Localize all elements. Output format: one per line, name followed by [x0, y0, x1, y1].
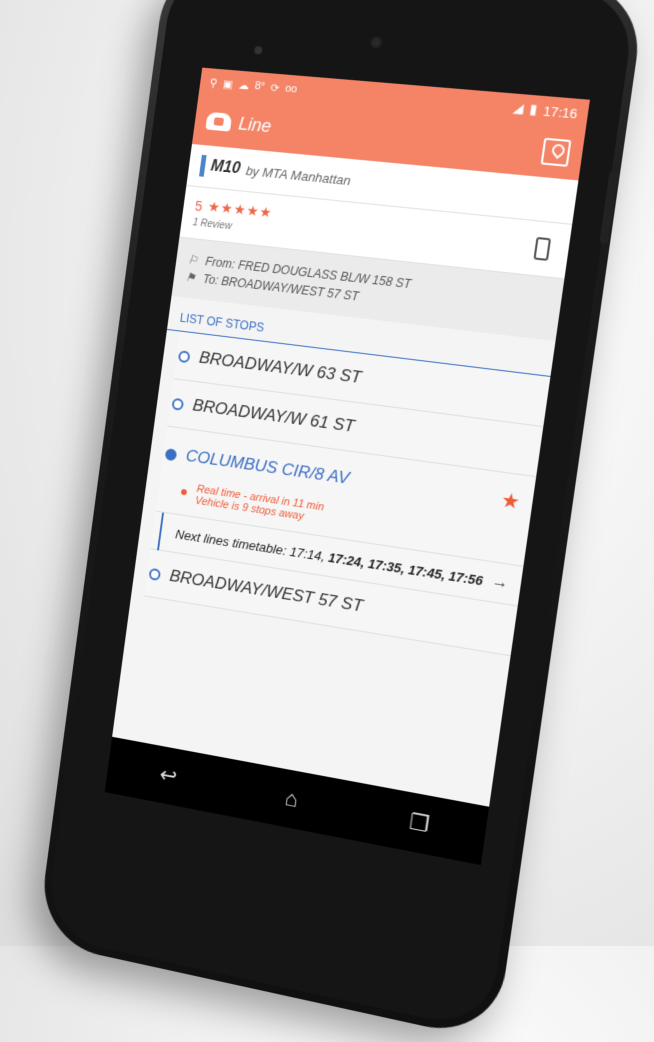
favorite-star-icon[interactable]: ★: [500, 487, 522, 515]
rating-score: 5: [194, 197, 204, 214]
app-home[interactable]: Line: [205, 110, 273, 137]
map-icon[interactable]: [540, 137, 572, 167]
front-camera: [368, 34, 385, 50]
status-icons-right: ◢ ▮ 17:16: [512, 100, 578, 122]
line-color-bar: [199, 154, 207, 177]
stop-name: BROADWAY/W 61 ST: [191, 395, 356, 436]
clock: 17:16: [542, 102, 579, 122]
realtime-dot-icon: [180, 488, 188, 496]
screen: ⚲ ▣ ☁ 8° ⟳ oo ◢ ▮ 17:16 Line M10 by MTA …: [104, 67, 590, 866]
voicemail-icon: oo: [284, 82, 298, 96]
battery-icon: ▮: [528, 101, 539, 118]
photo-icon: ▣: [222, 77, 234, 91]
stop-dot-icon: [164, 447, 178, 461]
stop-name: BROADWAY/W 63 ST: [198, 347, 363, 388]
phone-device: ⚲ ▣ ☁ 8° ⟳ oo ◢ ▮ 17:16 Line M10 by MTA …: [36, 0, 647, 1042]
status-icons-left: ⚲ ▣ ☁ 8° ⟳ oo: [209, 76, 298, 96]
sensor-dot: [253, 46, 263, 55]
home-icon[interactable]: ⌂: [270, 781, 313, 818]
line-operator: by MTA Manhattan: [244, 162, 352, 188]
timetable-label: Next lines timetable:: [174, 526, 291, 559]
back-icon[interactable]: ↩: [148, 758, 189, 794]
page-title: Line: [237, 113, 273, 136]
stops-list: BROADWAY/W 63 ST BROADWAY/W 61 ST COLUMB…: [131, 330, 551, 657]
flag-filled-icon: ⚑: [184, 269, 197, 285]
rating-block[interactable]: 5 ★★★★★ 1 Review: [192, 197, 274, 237]
call-phone-icon[interactable]: [533, 236, 552, 261]
android-nav-bar: ↩ ⌂ ❐: [104, 736, 490, 866]
power-button[interactable]: [599, 170, 619, 245]
signal-icon: ◢: [512, 99, 525, 116]
location-icon: ⚲: [208, 76, 219, 90]
stop-name: COLUMBUS CIR/8 AV: [184, 445, 351, 488]
temp-label: 8°: [254, 80, 266, 93]
app-logo-icon: [205, 111, 233, 132]
timetable-first: 17:14,: [288, 543, 326, 564]
star-rating-icon: ★★★★★: [207, 198, 274, 221]
stop-dot-icon: [148, 567, 162, 582]
phone-bezel: ⚲ ▣ ☁ 8° ⟳ oo ◢ ▮ 17:16 Line M10 by MTA …: [44, 0, 638, 1032]
arrow-right-icon[interactable]: →: [491, 573, 510, 594]
line-code: M10: [209, 157, 242, 178]
flag-outline-icon: ⚐: [186, 252, 199, 268]
stop-dot-icon: [171, 397, 185, 411]
sync-icon: ⟳: [269, 81, 281, 95]
stop-dot-icon: [177, 350, 191, 364]
cloud-icon: ☁: [237, 79, 250, 92]
recents-icon[interactable]: ❐: [397, 805, 441, 843]
